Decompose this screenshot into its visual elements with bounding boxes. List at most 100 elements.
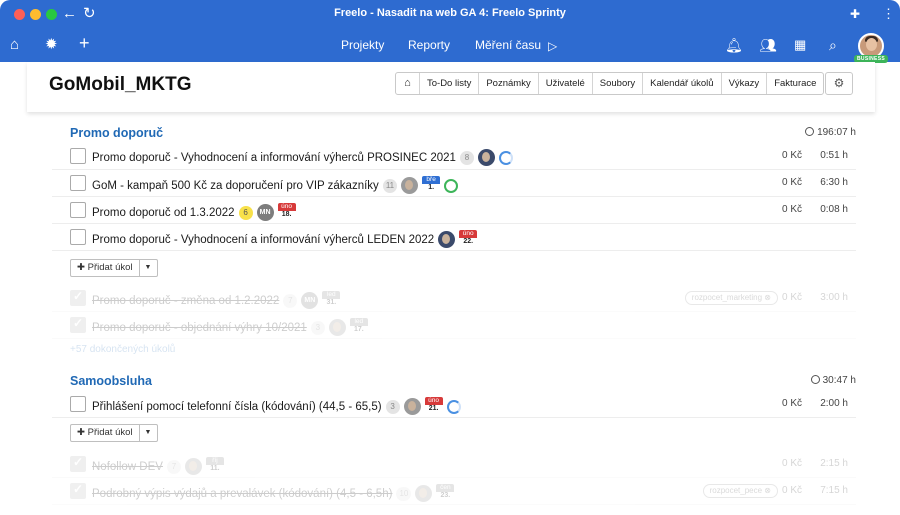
- tab-reports[interactable]: Výkazy: [722, 73, 768, 94]
- task-row[interactable]: Promo doporuč - Vyhodnocení a informován…: [52, 143, 856, 170]
- list-time-total: 196:07 h: [805, 127, 856, 138]
- assignee-avatar[interactable]: MN: [301, 292, 319, 309]
- list-title[interactable]: Samoobsluha: [70, 374, 152, 388]
- due-date-badge[interactable]: led 31.: [322, 291, 341, 310]
- task-name[interactable]: Promo doporuč - Vyhodnocení a informován…: [92, 234, 434, 246]
- task-content: Přihlášení pomocí telefonní čísla (kódov…: [92, 397, 461, 416]
- task-checkbox[interactable]: [70, 229, 86, 245]
- list-title[interactable]: Promo doporuč: [70, 126, 163, 140]
- task-tag[interactable]: rozpocet_marketing ⊗: [684, 291, 778, 305]
- task-hours: 7:15 h: [820, 485, 848, 496]
- due-date-badge[interactable]: říj 11.: [205, 457, 224, 476]
- task-amount: 0 Kč: [781, 398, 802, 409]
- task-tag[interactable]: rozpocet_pece ⊗: [702, 484, 778, 498]
- assignee-avatar[interactable]: [184, 458, 202, 475]
- calendar-icon[interactable]: ▦: [794, 36, 806, 54]
- task-hours: 2:15 h: [820, 458, 848, 469]
- add-task-label: Přidat úkol: [87, 427, 133, 438]
- clock-icon: [805, 127, 815, 136]
- task-name[interactable]: Přihlášení pomocí telefonní čísla (kódov…: [92, 401, 382, 413]
- assignee-avatar[interactable]: MN: [256, 204, 274, 221]
- assignee-avatar[interactable]: [401, 177, 419, 194]
- assignee-avatar[interactable]: [477, 149, 495, 166]
- task-row[interactable]: Přihlášení pomocí telefonní čísla (kódov…: [52, 391, 856, 418]
- comment-count: 6: [238, 205, 253, 220]
- window-title: Freelo - Nasadit na web GA 4: Freelo Spr…: [334, 7, 566, 19]
- bell-icon[interactable]: 🔔︎: [725, 36, 743, 54]
- show-completed-link[interactable]: +57 dokončených úkolů: [70, 344, 175, 355]
- due-day: 11.: [210, 465, 220, 472]
- assignee-avatar[interactable]: [328, 319, 346, 336]
- due-date-badge[interactable]: led 17.: [349, 318, 368, 337]
- task-row-done[interactable]: Promo doporuč - objednání výhry 10/2021 …: [52, 312, 856, 339]
- add-task-main[interactable]: ✚ Přidat úkol: [71, 260, 140, 276]
- task-name[interactable]: GoM - kampaň 500 Kč za doporučení pro VI…: [92, 180, 379, 192]
- nav-link-projekty[interactable]: Projekty: [341, 38, 384, 52]
- due-date-badge[interactable]: čen 23.: [436, 484, 455, 503]
- chevron-down-icon[interactable]: ▼: [140, 260, 157, 276]
- tab-users[interactable]: Uživatelé: [539, 73, 593, 94]
- task-checkbox[interactable]: [70, 289, 86, 306]
- task-checkbox[interactable]: [70, 175, 86, 191]
- task-amount: 0 Kč: [781, 458, 802, 469]
- tab-notes[interactable]: Poznámky: [479, 73, 539, 94]
- project-tabs: ⌂ To-Do listy Poznámky Uživatelé Soubory…: [395, 72, 825, 95]
- home-icon[interactable]: ⌂: [10, 36, 19, 54]
- task-name[interactable]: Podrobný výpis výdajů a prevalávek (kódo…: [92, 488, 392, 500]
- task-name[interactable]: Promo doporuč - změna od 1.2.2022: [92, 295, 279, 307]
- tab-invoicing[interactable]: Fakturace: [767, 73, 823, 94]
- settings-gear-icon[interactable]: ✹: [45, 36, 58, 54]
- project-settings-button[interactable]: ⚙: [825, 72, 853, 95]
- plus-icon: ✚: [77, 427, 88, 438]
- chevron-down-icon[interactable]: ▼: [140, 425, 157, 441]
- task-checkbox[interactable]: [70, 202, 86, 218]
- extensions-puzzle-icon[interactable]: ✚: [850, 5, 860, 23]
- users-icon[interactable]: 👥︎: [759, 36, 777, 54]
- assignee-avatar[interactable]: [403, 398, 421, 415]
- add-plus-icon[interactable]: +: [79, 34, 90, 52]
- task-row[interactable]: Promo doporuč od 1.3.2022 6 MN úno 18. 0 …: [52, 197, 856, 224]
- assignee-avatar[interactable]: [438, 231, 456, 248]
- task-checkbox[interactable]: [70, 396, 86, 412]
- due-date-badge[interactable]: úno 18.: [277, 203, 296, 222]
- comment-count: 10: [396, 486, 412, 501]
- task-name[interactable]: Nofollow DEV: [92, 461, 163, 473]
- tab-task-calendar[interactable]: Kalendář úkolů: [643, 73, 722, 94]
- tab-todo-lists[interactable]: To-Do listy: [420, 73, 480, 94]
- task-row[interactable]: GoM - kampaň 500 Kč za doporučení pro VI…: [52, 170, 856, 197]
- task-checkbox[interactable]: [70, 482, 86, 499]
- user-avatar[interactable]: BUSINESS: [854, 33, 888, 63]
- tab-home[interactable]: ⌂: [396, 73, 420, 94]
- due-date-badge[interactable]: úno 22.: [459, 230, 478, 249]
- task-row-done[interactable]: Podrobný výpis výdajů a prevalávek (kódo…: [52, 478, 856, 505]
- task-name[interactable]: Promo doporuč - Vyhodnocení a informován…: [92, 152, 456, 164]
- tab-files[interactable]: Soubory: [593, 73, 644, 94]
- task-row[interactable]: Promo doporuč - Vyhodnocení a informován…: [52, 224, 856, 251]
- task-checkbox[interactable]: [70, 316, 86, 333]
- add-task-button[interactable]: ✚ Přidat úkol ▼: [70, 424, 158, 442]
- task-hours: 6:30 h: [820, 177, 848, 188]
- avatar-face: [407, 401, 416, 411]
- avatar-face: [332, 322, 341, 332]
- due-day: 21.: [428, 405, 439, 412]
- avatar-face: [442, 234, 451, 244]
- add-task-button[interactable]: ✚ Přidat úkol ▼: [70, 259, 158, 277]
- due-date-badge[interactable]: úno 21.: [424, 397, 443, 416]
- task-checkbox[interactable]: [70, 148, 86, 164]
- task-name[interactable]: Promo doporuč od 1.3.2022: [92, 207, 235, 219]
- due-date-badge[interactable]: bře 1.: [422, 176, 441, 195]
- assignee-avatar[interactable]: [415, 485, 433, 502]
- nav-link-mereni-casu[interactable]: Měření času: [475, 38, 541, 52]
- add-task-main[interactable]: ✚ Přidat úkol: [71, 425, 140, 441]
- task-hours: 0:51 h: [820, 150, 848, 161]
- app-window: ← ↻ Freelo - Nasadit na web GA 4: Freelo…: [0, 0, 900, 515]
- more-menu-icon[interactable]: ⋮: [882, 5, 895, 23]
- play-timer-icon[interactable]: ▷: [548, 37, 557, 55]
- task-name[interactable]: Promo doporuč - objednání výhry 10/2021: [92, 322, 307, 334]
- task-row-done[interactable]: Promo doporuč - změna od 1.2.2022 7 MN l…: [52, 285, 856, 312]
- task-row-done[interactable]: Nofollow DEV 7 říj11. 0 Kč 2:15 h: [52, 451, 856, 478]
- nav-link-reporty[interactable]: Reporty: [408, 38, 450, 52]
- avatar-face: [188, 461, 197, 471]
- search-icon[interactable]: ⌕: [829, 36, 837, 54]
- task-checkbox[interactable]: [70, 455, 86, 472]
